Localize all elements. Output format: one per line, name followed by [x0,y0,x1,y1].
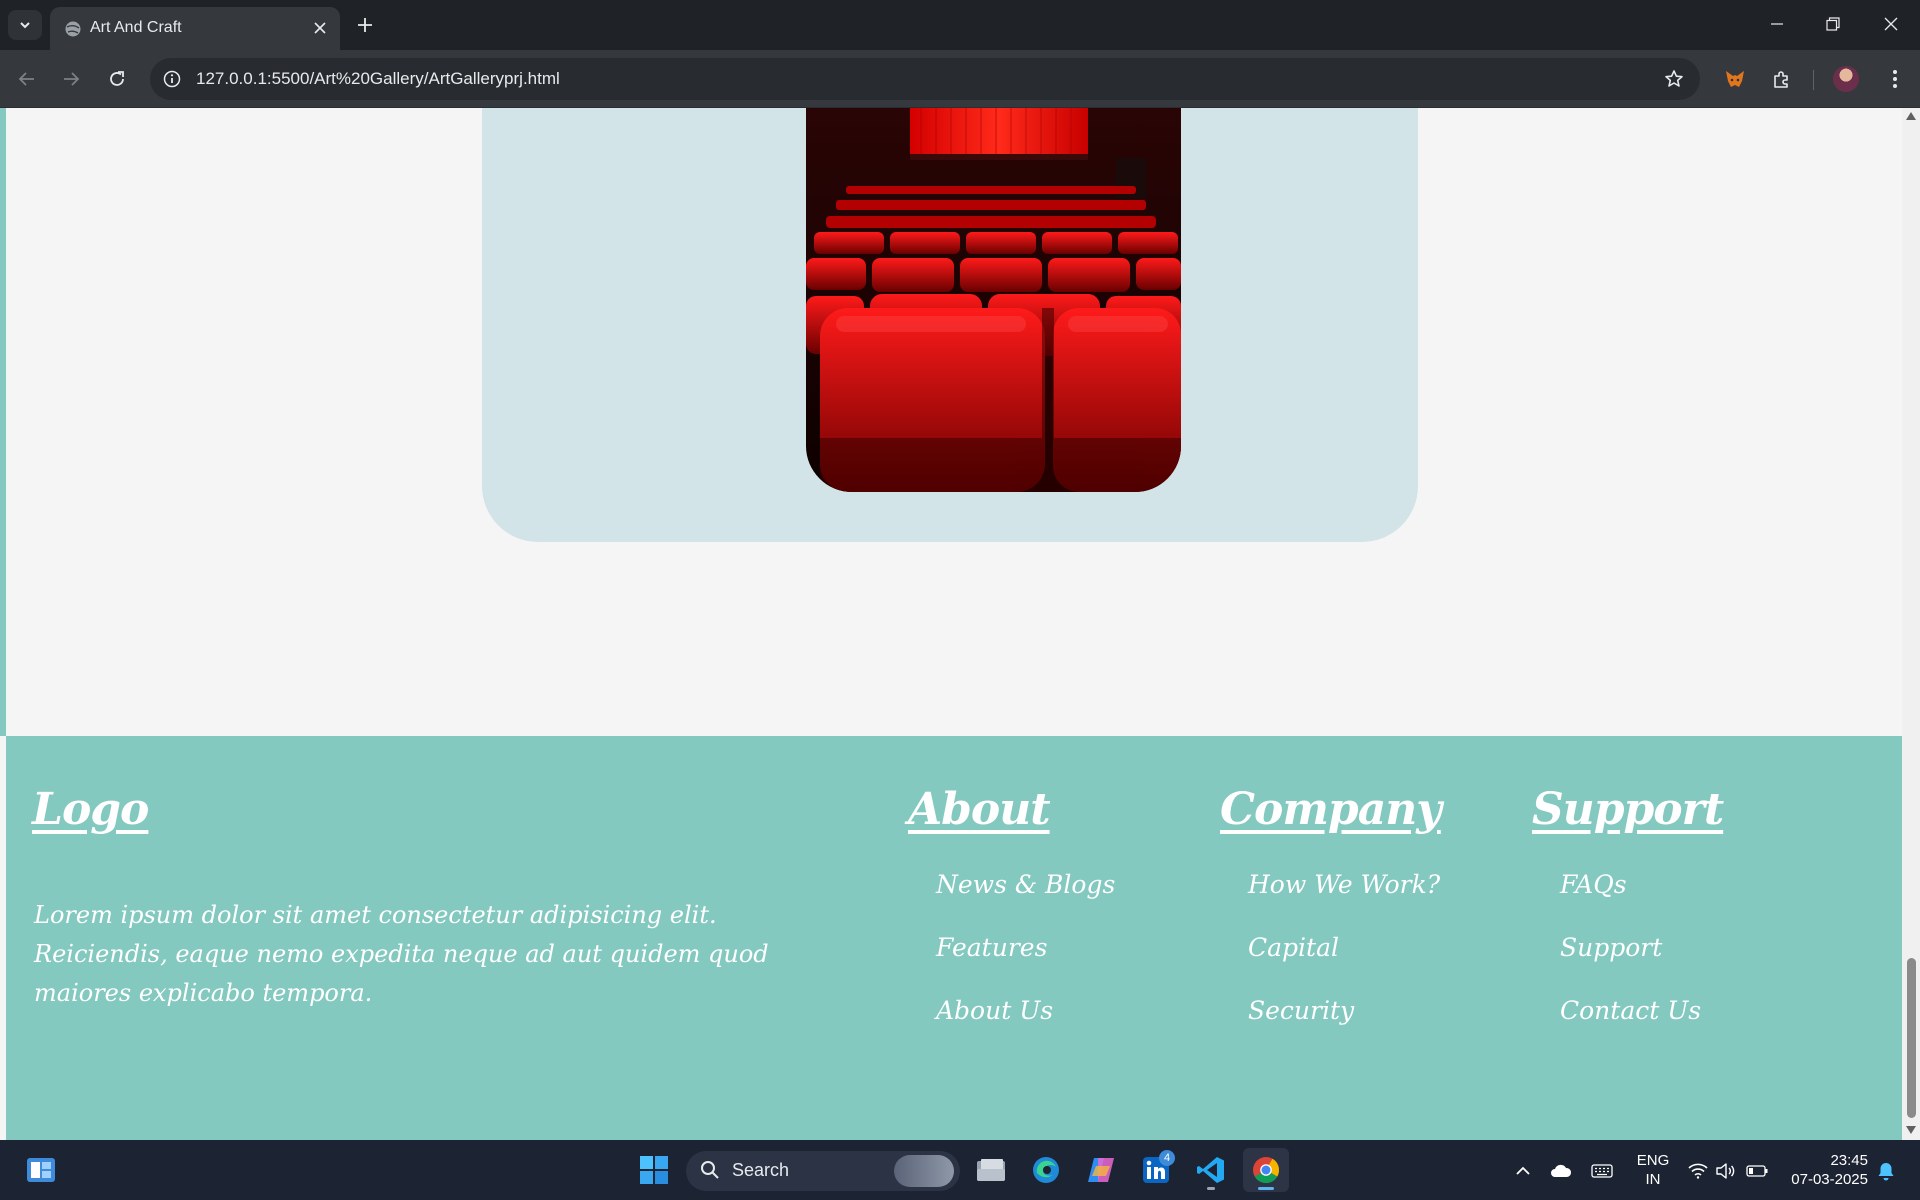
footer-link-how-we-work[interactable]: How We Work? [1248,870,1440,899]
forward-button[interactable] [56,64,86,94]
chrome-button[interactable] [1243,1148,1289,1192]
url-text[interactable]: 127.0.0.1:5500/Art%20Gallery/ArtGalleryp… [196,68,560,90]
file-explorer-button[interactable] [968,1148,1014,1192]
close-window-button[interactable] [1871,8,1911,40]
battery-icon[interactable] [1746,1160,1768,1182]
footer-link-news-blogs[interactable]: News & Blogs [936,870,1115,899]
arrow-left-icon [18,72,34,86]
scroll-thumb[interactable] [1907,958,1916,1118]
copilot-button[interactable] [1078,1148,1124,1192]
vscode-icon [1197,1157,1224,1183]
page-viewport: Logo Lorem ipsum dolor sit amet consecte… [0,108,1920,1140]
footer-heading-company: Company [1220,784,1442,835]
footer-link-support[interactable]: Support [1560,933,1662,962]
language-code: ENG [1636,1152,1670,1169]
site-footer: Logo Lorem ipsum dolor sit amet consecte… [6,736,1902,1140]
close-tab-icon[interactable] [310,18,330,38]
tab-search-button[interactable] [8,10,42,40]
vscode-button[interactable] [1188,1148,1234,1192]
browser-tab-strip: Art And Craft [0,0,1920,50]
edge-icon [1033,1157,1059,1183]
windows-logo-icon [640,1156,668,1184]
search-icon [701,1161,719,1179]
volume-icon[interactable] [1714,1160,1736,1182]
show-hidden-icons-chevron-icon[interactable] [1512,1160,1534,1182]
extensions-puzzle-icon[interactable] [1767,64,1797,94]
browser-toolbar: 127.0.0.1:5500/Art%20Gallery/ArtGalleryp… [0,50,1920,108]
globe-icon [65,21,81,37]
footer-link-features[interactable]: Features [936,933,1047,962]
address-bar[interactable]: 127.0.0.1:5500/Art%20Gallery/ArtGalleryp… [150,58,1700,100]
reload-icon [110,71,124,86]
chevron-down-icon [20,22,30,29]
folder-icon [977,1159,1005,1181]
theater-seats-image [806,108,1181,492]
browser-tab[interactable]: Art And Craft [50,7,340,50]
chrome-icon [1253,1157,1280,1184]
tab-title: Art And Craft [90,19,182,36]
new-tab-button[interactable] [352,12,378,38]
widgets-icon [27,1158,55,1182]
browser-menu-icon[interactable] [1880,64,1910,94]
footer-logo[interactable]: Logo [32,784,149,835]
page-scrollbar[interactable] [1902,108,1920,1140]
open-indicator [1207,1187,1215,1190]
clock-date: 07-03-2025 [1791,1171,1868,1188]
active-indicator [1258,1187,1274,1190]
reload-button[interactable] [102,64,132,94]
footer-heading-support: Support [1532,784,1724,835]
profile-avatar[interactable] [1833,66,1859,92]
start-button[interactable] [631,1148,677,1192]
onedrive-cloud-icon[interactable] [1550,1160,1572,1182]
footer-link-contact-us[interactable]: Contact Us [1560,996,1701,1025]
wifi-icon[interactable] [1687,1160,1709,1182]
region-code: IN [1645,1171,1661,1188]
bookmark-star-icon[interactable] [1662,67,1686,91]
clock-time: 23:45 [1830,1152,1868,1169]
scroll-up-arrow-icon[interactable] [1906,112,1916,120]
footer-link-capital[interactable]: Capital [1248,933,1339,962]
notification-badge: 4 [1159,1150,1175,1166]
copilot-icon [1088,1158,1114,1182]
widgets-button[interactable] [18,1148,64,1192]
linkedin-button[interactable]: 4 [1133,1148,1179,1192]
taskbar-search[interactable]: Search [686,1151,960,1191]
windows-taskbar: Search 4 ENG IN 23:45 07-03-2025 [0,1140,1920,1200]
footer-description: Lorem ipsum dolor sit amet consectetur a… [34,901,769,1007]
back-button[interactable] [12,64,42,94]
edge-browser-button[interactable] [1023,1148,1069,1192]
input-language[interactable]: ENG IN [1632,1151,1674,1189]
restore-button[interactable] [1813,8,1853,40]
footer-heading-about: About [908,784,1051,835]
restore-icon [1826,17,1840,31]
clock[interactable]: 23:45 07-03-2025 [1782,1151,1868,1189]
minimize-icon [1771,23,1783,25]
notification-bell-icon[interactable] [1875,1160,1897,1182]
keyboard-icon[interactable] [1591,1160,1613,1182]
search-label: Search [732,1160,790,1180]
site-info-icon[interactable] [160,67,184,91]
close-icon [1884,17,1898,31]
search-highlight-image [894,1155,954,1187]
footer-link-security[interactable]: Security [1248,996,1354,1025]
page-edge [0,108,6,736]
metamask-extension-icon[interactable] [1720,64,1750,94]
scroll-down-arrow-icon[interactable] [1906,1126,1916,1134]
toolbar-separator [1813,70,1814,90]
minimize-button[interactable] [1757,8,1797,40]
arrow-right-icon [64,72,80,86]
footer-link-about-us[interactable]: About Us [936,996,1053,1025]
footer-link-faqs[interactable]: FAQs [1560,870,1627,899]
plus-icon [358,18,372,32]
